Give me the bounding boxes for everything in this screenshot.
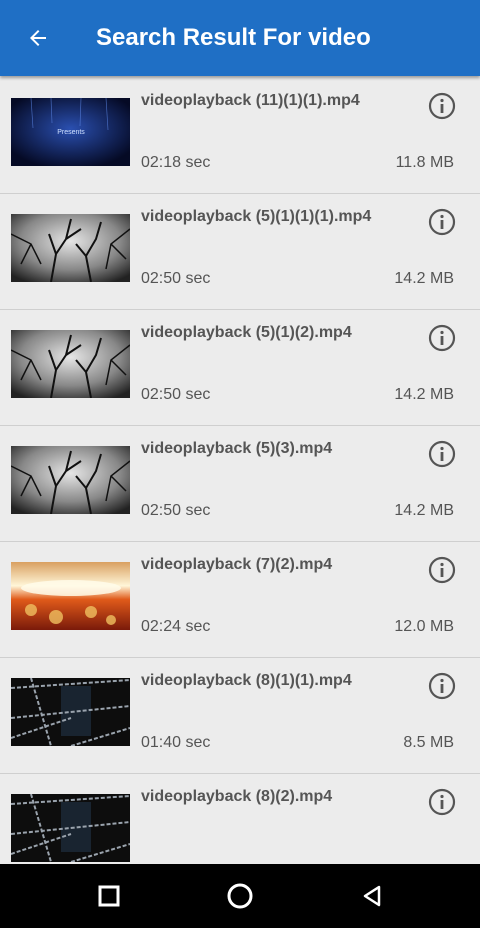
info-circle-icon <box>428 324 456 352</box>
page-title: Search Result For video <box>96 24 371 51</box>
info-button[interactable] <box>428 556 456 584</box>
video-size: 14.2 MB <box>394 270 454 287</box>
video-thumbnail: Presents <box>11 98 130 166</box>
video-size: 14.2 MB <box>394 386 454 403</box>
recents-button[interactable] <box>89 876 129 916</box>
video-thumbnail <box>11 214 130 282</box>
info-button[interactable] <box>428 92 456 120</box>
video-thumbnail <box>11 794 130 862</box>
video-duration: 02:50 sec <box>141 270 211 287</box>
info-button[interactable] <box>428 324 456 352</box>
video-list: Presents videoplayback (11)(1)(1).mp4 02:1… <box>0 78 480 864</box>
video-name: videoplayback (5)(1)(1)(1).mp4 <box>141 208 372 225</box>
video-list-item[interactable]: Presents videoplayback (11)(1)(1).mp4 02:1… <box>0 78 480 194</box>
video-thumbnail <box>11 330 130 398</box>
info-circle-icon <box>428 556 456 584</box>
video-name: videoplayback (5)(3).mp4 <box>141 440 333 457</box>
video-list-item[interactable]: videoplayback (7)(2).mp4 02:24 sec 12.0 MB <box>0 542 480 658</box>
info-circle-icon <box>428 440 456 468</box>
video-list-item[interactable]: videoplayback (5)(1)(1)(1).mp4 02:50 sec 1… <box>0 194 480 310</box>
info-circle-icon <box>428 92 456 120</box>
home-button[interactable] <box>220 876 260 916</box>
info-button[interactable] <box>428 788 456 816</box>
video-name: videoplayback (8)(2).mp4 <box>141 788 333 805</box>
info-button[interactable] <box>428 672 456 700</box>
video-duration: 02:18 sec <box>141 154 211 171</box>
video-name: videoplayback (8)(1)(1).mp4 <box>141 672 352 689</box>
video-duration: 02:24 sec <box>141 618 211 635</box>
square-icon <box>98 885 120 907</box>
video-name: videoplayback (7)(2).mp4 <box>141 556 333 573</box>
info-circle-icon <box>428 672 456 700</box>
arrow-left-icon <box>30 30 46 46</box>
back-button[interactable] <box>20 20 56 56</box>
thumb-overlay-text: Presents <box>57 129 85 136</box>
video-name: videoplayback (5)(1)(2).mp4 <box>141 324 352 341</box>
video-size: 11.8 MB <box>395 154 454 171</box>
app-bar: Search Result For video <box>0 0 480 76</box>
video-size: 14.2 MB <box>394 502 454 519</box>
info-circle-icon <box>428 788 456 816</box>
video-list-item[interactable]: videoplayback (8)(1)(1).mp4 01:40 sec 8.5 … <box>0 658 480 774</box>
info-circle-icon <box>428 208 456 236</box>
info-button[interactable] <box>428 208 456 236</box>
triangle-back-icon <box>363 885 381 907</box>
video-thumbnail <box>11 446 130 514</box>
video-name: videoplayback (11)(1)(1).mp4 <box>141 92 360 109</box>
video-list-item[interactable]: videoplayback (5)(1)(2).mp4 02:50 sec 14.2… <box>0 310 480 426</box>
info-button[interactable] <box>428 440 456 468</box>
video-thumbnail <box>11 562 130 630</box>
video-duration: 01:40 sec <box>141 734 211 751</box>
video-duration: 02:50 sec <box>141 386 211 403</box>
video-thumbnail <box>11 678 130 746</box>
video-size: 12.0 MB <box>394 618 454 635</box>
back-nav-button[interactable] <box>352 876 392 916</box>
video-size: 8.5 MB <box>403 734 454 751</box>
video-list-item[interactable]: videoplayback (5)(3).mp4 02:50 sec 14.2 MB <box>0 426 480 542</box>
circle-icon <box>227 883 253 909</box>
video-duration: 02:50 sec <box>141 502 211 519</box>
system-nav-bar <box>0 864 480 928</box>
video-list-item[interactable]: videoplayback (8)(2).mp4 <box>0 774 480 864</box>
